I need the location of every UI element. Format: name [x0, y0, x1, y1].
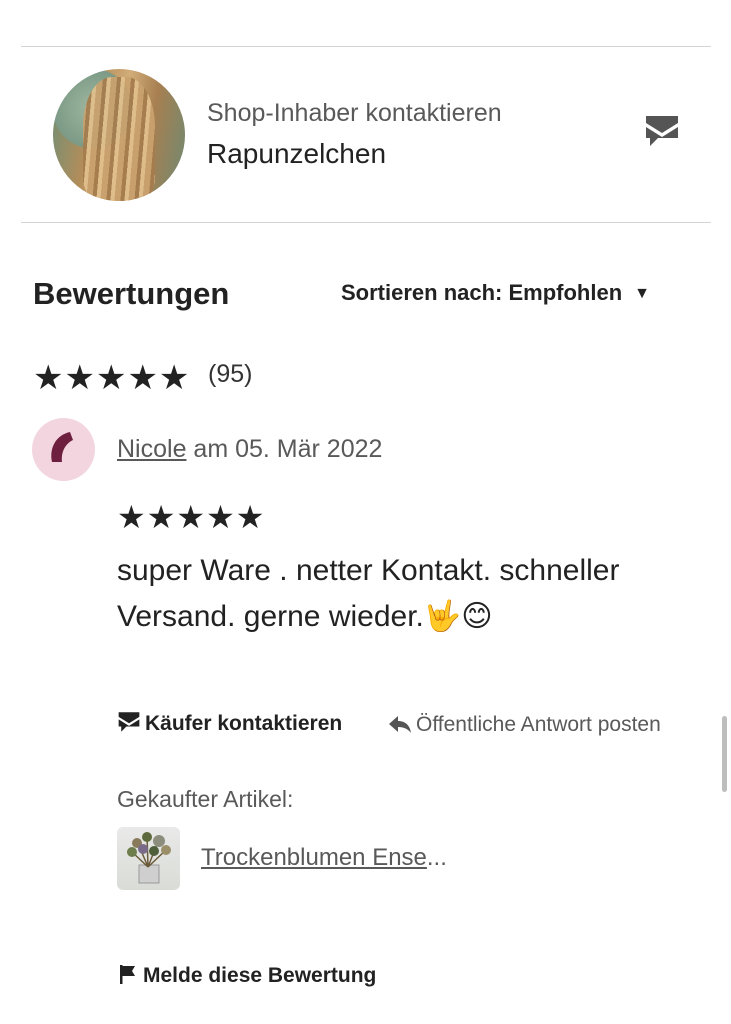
flag-icon — [120, 965, 135, 984]
public-reply-button[interactable]: Öffentliche Antwort posten — [388, 713, 661, 737]
purchased-item-label: Gekaufter Artikel: — [117, 786, 294, 812]
shop-owner-avatar[interactable] — [53, 69, 185, 201]
public-reply-label: Öffentliche Antwort posten — [416, 713, 661, 736]
review-meta: Nicole am 05. Mär 2022 — [117, 435, 382, 464]
reply-arrow-icon — [389, 716, 411, 733]
review-count: (95) — [208, 360, 253, 388]
report-review-label: Melde diese Bewertung — [143, 964, 377, 987]
overall-rating-stars: ★★★★★ — [33, 359, 191, 397]
contact-shop-owner-label[interactable]: Shop-Inhaber kontaktieren — [207, 99, 502, 128]
reviewer-initial-icon — [51, 432, 73, 462]
purchased-item-ellipsis: ... — [426, 844, 447, 871]
reviewer-avatar[interactable] — [32, 418, 95, 481]
section-divider — [21, 222, 711, 223]
review-stars: ★★★★★ — [117, 499, 266, 535]
sort-dropdown[interactable]: Sortieren nach: Empfohlen ▼ — [341, 280, 650, 306]
reviews-heading: Bewertungen — [33, 276, 230, 311]
purchased-item-link[interactable]: Trockenblumen Ense... — [201, 844, 447, 872]
message-icon — [118, 712, 140, 732]
message-icon[interactable] — [644, 114, 680, 148]
reviewer-name-link[interactable]: Nicole — [117, 435, 186, 463]
contact-buyer-label: Käufer kontaktieren — [145, 712, 343, 735]
review-text: super Ware . netter Kontakt. schneller V… — [117, 554, 620, 633]
scrollbar-thumb[interactable] — [722, 716, 727, 792]
dried-flowers-image — [127, 832, 171, 884]
top-divider — [21, 46, 711, 47]
review-date: am 05. Mär 2022 — [186, 435, 383, 463]
sort-label: Sortieren nach: Empfohlen — [341, 280, 623, 305]
purchased-item-thumbnail[interactable] — [117, 827, 180, 890]
caret-down-icon: ▼ — [634, 285, 650, 302]
shop-owner-name[interactable]: Rapunzelchen — [207, 138, 386, 170]
contact-buyer-button[interactable]: Käufer kontaktieren — [117, 711, 342, 736]
purchased-item-name: Trockenblumen Ense — [201, 844, 427, 871]
report-review-button[interactable]: Melde diese Bewertung — [117, 963, 376, 988]
